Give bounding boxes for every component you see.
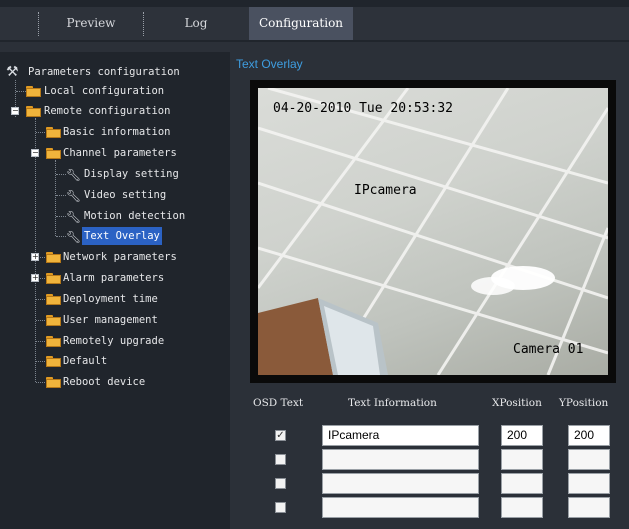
tree-line [36,382,45,383]
folder-icon [46,294,61,305]
folder-icon [46,127,61,138]
tree-item-default[interactable]: Default [46,352,216,370]
tree-item-network-parameters[interactable]: + Network parameters [30,248,220,266]
top-nav-bar: Preview Log Configuration [0,0,629,42]
osd-text-overlay: IPcamera [354,183,417,198]
tree-line [56,174,66,175]
text-information-input[interactable] [322,497,479,518]
osd-datetime: 04-20-2010 Tue 20:53:32 [273,101,454,116]
tab-configuration[interactable]: Configuration [249,7,353,40]
folder-icon [46,148,61,159]
expand-icon[interactable]: + [31,253,39,261]
video-preview: 04-20-2010 Tue 20:53:32 IPcamera Camera … [250,80,616,383]
tree-root-label: Parameters configuration [28,66,180,78]
tree-item-text-overlay[interactable]: 🔧︎ Text Overlay [66,227,216,245]
wrench-icon: 🔧︎ [66,189,82,203]
tree-line [55,160,56,236]
wrench-icon: 🔧︎ [66,230,82,244]
xposition-input[interactable] [501,449,543,470]
tree-line [36,320,45,321]
tree-item-basic-information[interactable]: Basic information [46,123,216,141]
tab-log[interactable]: Log [145,7,247,40]
tree-item-label: Network parameters [63,251,177,263]
tree-item-remotely-upgrade[interactable]: Remotely upgrade [46,332,216,350]
tree-line [36,132,45,133]
tree-item-deployment-time[interactable]: Deployment time [46,290,216,308]
tree-item-label: Reboot device [63,376,146,388]
tree-line [56,195,66,196]
camera-image: 04-20-2010 Tue 20:53:32 IPcamera Camera … [258,88,608,375]
tree-root[interactable]: ⚒ Parameters configuration [6,63,206,81]
tree-item-alarm-parameters[interactable]: + Alarm parameters [30,269,220,287]
folder-icon [46,315,61,326]
tree-item-label: Video setting [84,189,167,201]
text-information-input[interactable] [322,449,479,470]
tree-item-video-setting[interactable]: 🔧︎ Video setting [66,186,216,204]
tree-item-motion-detection[interactable]: 🔧︎ Motion detection [66,207,216,225]
wrench-icon: 🔧︎ [66,210,82,224]
tree-line [16,91,26,92]
wrench-icon: 🔧︎ [66,168,82,182]
folder-icon [46,336,61,347]
folder-icon [46,273,61,284]
folder-icon [26,86,41,97]
osd-checkbox[interactable] [275,478,286,489]
tree-line [36,341,45,342]
xposition-input[interactable]: 200 [501,425,543,446]
tree-item-label: Remote configuration [44,105,171,117]
tree-line [56,236,66,237]
expand-icon[interactable]: + [31,274,39,282]
tree-item-label: Local configuration [44,85,165,97]
tree-item-reboot-device[interactable]: Reboot device [46,373,216,391]
tree-item-label: Remotely upgrade [63,335,165,347]
yposition-input[interactable] [568,449,610,470]
tree-item-label: Default [63,355,108,367]
tree-item-label: Deployment time [63,293,158,305]
folder-icon [46,356,61,367]
yposition-input[interactable]: 200 [568,425,610,446]
tree-item-label: Alarm parameters [63,272,165,284]
tree-item-local-configuration[interactable]: Local configuration [26,82,216,100]
tree-item-user-management[interactable]: User management [46,311,216,329]
tree-item-channel-parameters[interactable]: − Channel parameters [30,144,220,162]
tree-item-label: User management [63,314,158,326]
osd-checkbox[interactable] [275,502,286,513]
header-osd-text: OSD Text [253,397,304,409]
config-tree-sidebar: ⚒ Parameters configuration Local configu… [0,52,230,529]
yposition-input[interactable] [568,473,610,494]
header-xposition: XPosition [492,397,542,409]
xposition-input[interactable] [501,497,543,518]
tree-item-label: Motion detection [84,210,186,222]
header-yposition: YPosition [559,397,609,409]
osd-camera-name: Camera 01 [513,342,584,357]
collapse-icon[interactable]: − [31,149,39,157]
tree-item-label-selected: Text Overlay [82,227,162,245]
ceiling-scene-graphic [258,88,608,375]
page-title: Text Overlay [236,57,303,71]
tree-item-label: Basic information [63,126,171,138]
osd-checkbox[interactable]: ✓ [275,430,286,441]
tree-item-label: Display setting [84,168,179,180]
tree-item-label: Channel parameters [63,147,177,159]
yposition-input[interactable] [568,497,610,518]
xposition-input[interactable] [501,473,543,494]
folder-icon [46,377,61,388]
collapse-icon[interactable]: − [11,107,19,115]
folder-icon [26,106,41,117]
folder-icon [46,252,61,263]
text-information-input[interactable] [322,473,479,494]
tab-preview[interactable]: Preview [40,7,142,40]
text-information-input[interactable]: IPcamera [322,425,479,446]
header-text-information: Text Information [348,397,437,409]
tree-item-remote-configuration[interactable]: − Remote configuration [10,102,210,120]
osd-checkbox[interactable] [275,454,286,465]
tree-line [36,361,45,362]
settings-icon: ⚒ [6,64,19,80]
tree-item-display-setting[interactable]: 🔧︎ Display setting [66,165,216,183]
tree-line [56,216,66,217]
tree-line [36,299,45,300]
